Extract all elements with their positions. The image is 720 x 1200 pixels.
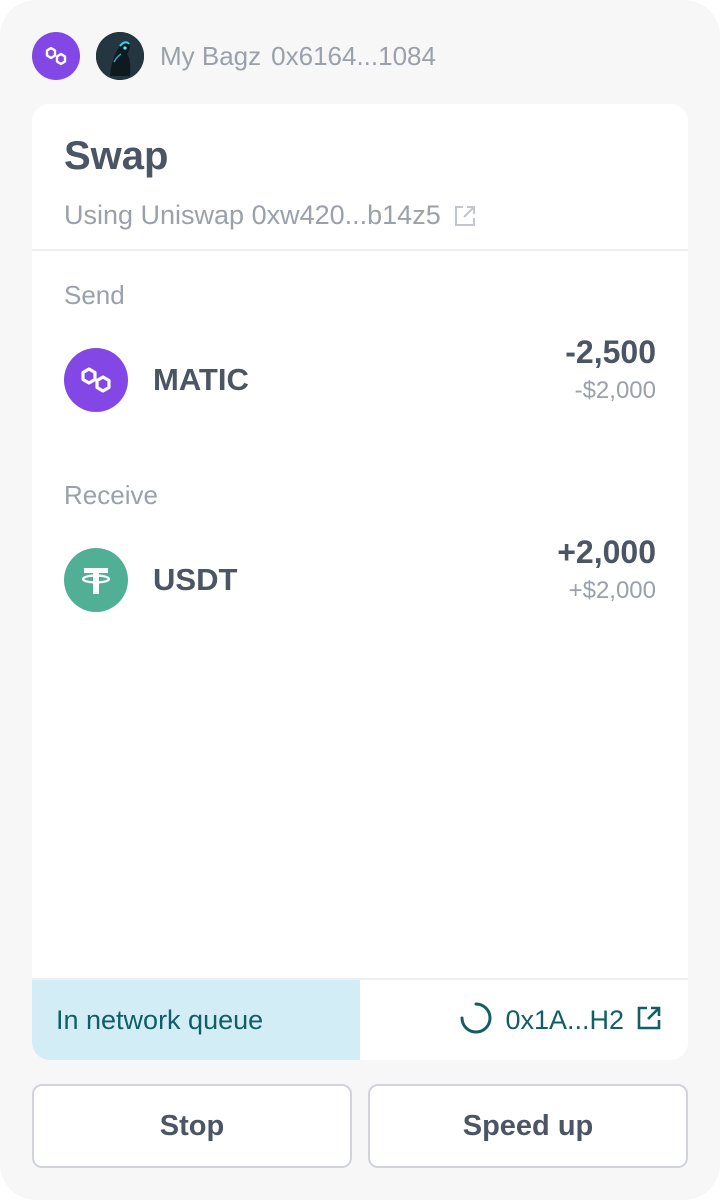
page-title: Swap xyxy=(64,134,169,178)
send-amount: -2,500 xyxy=(565,334,656,370)
receive-fiat-amount: +$2,000 xyxy=(568,577,656,604)
speed-up-button[interactable]: Speed up xyxy=(368,1084,688,1168)
transaction-status-bar: In network queue 0x1A...H2 xyxy=(32,978,688,1060)
send-amounts: -2,500 -$2,000 xyxy=(565,332,656,408)
tx-hash-link[interactable]: 0x1A...H2 xyxy=(360,980,688,1060)
tether-icon xyxy=(64,548,128,612)
receive-label: Receive xyxy=(64,480,158,510)
polygon-network-icon xyxy=(32,32,80,80)
status-badge: In network queue xyxy=(32,980,360,1060)
account-avatar[interactable] xyxy=(96,32,144,80)
send-label: Send xyxy=(64,280,125,310)
tx-hash[interactable]: 0x1A...H2 xyxy=(505,1005,624,1036)
account-address[interactable]: 0x6164...1084 xyxy=(271,41,436,72)
pending-spinner-icon xyxy=(459,1001,493,1040)
transaction-panel: My Bagz 0x6164...1084 Swap Using Uniswap… xyxy=(0,0,720,1200)
status-text: In network queue xyxy=(56,1004,264,1035)
account-name: My Bagz xyxy=(160,40,262,71)
account-header: My Bagz 0x6164...1084 xyxy=(32,32,436,80)
swap-provider: Using Uniswap 0xw420...b14z5 xyxy=(64,200,656,231)
send-fiat-amount: -$2,000 xyxy=(574,377,656,404)
stop-button[interactable]: Stop xyxy=(32,1084,352,1168)
swap-card: Swap Using Uniswap 0xw420...b14z5 Send M… xyxy=(32,104,688,1060)
external-link-icon[interactable] xyxy=(453,204,477,228)
send-token-name: MATIC xyxy=(153,362,249,397)
receive-amounts: +2,000 +$2,000 xyxy=(557,532,656,608)
swap-provider-text: Using Uniswap 0xw420...b14z5 xyxy=(64,200,441,230)
receive-token-name: USDT xyxy=(153,562,238,597)
polygon-icon xyxy=(45,46,67,66)
receive-amount: +2,000 xyxy=(557,534,656,570)
receive-asset-row: USDT +2,000 +$2,000 xyxy=(64,534,656,612)
card-header: Swap Using Uniswap 0xw420...b14z5 xyxy=(32,104,688,251)
polygon-icon xyxy=(64,348,128,412)
external-link-icon[interactable] xyxy=(636,1005,662,1036)
send-asset-row: MATIC -2,500 -$2,000 xyxy=(64,334,656,412)
